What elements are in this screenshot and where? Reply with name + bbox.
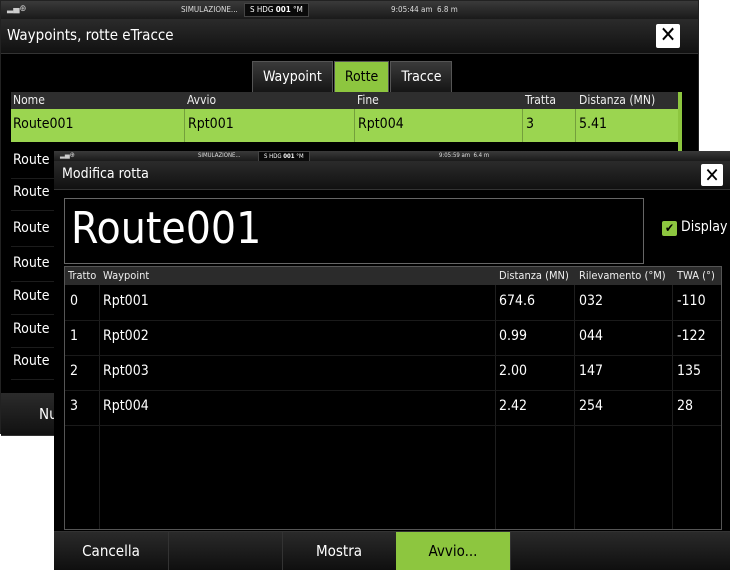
cell-avvio: Rpt001 <box>188 116 234 132</box>
leg-row[interactable]: 0 Rpt001 674.6 032 -110 <box>65 285 721 321</box>
delete-button[interactable]: Cancella <box>54 532 169 570</box>
col-tratta: Tratta <box>525 93 556 107</box>
status-bar: ▂▄⊕ SIMULAZIONE... S HDG 001 °M 9:05:44 … <box>1 1 698 19</box>
leg-row[interactable]: 2 Rpt003 2.00 147 135 <box>65 355 721 391</box>
display-label: Display <box>681 219 728 235</box>
dialog-title: Modifica rotta <box>62 166 149 182</box>
col-rilevamento: Rilevamento (°M) <box>579 269 666 282</box>
signal-icon: ▂▄⊕ <box>60 151 75 159</box>
col-avvio: Avvio <box>187 93 217 107</box>
tab-waypoint[interactable]: Waypoint <box>252 61 333 93</box>
tab-bar: Waypoint Rotte Tracce <box>252 61 453 93</box>
col-distanza: Distanza (MN) <box>499 269 569 282</box>
route-legs-table: Tratto Waypoint Distanza (MN) Rilevament… <box>64 266 722 530</box>
edit-route-dialog: ▂▄⊕ SIMULAZIONE... S HDG 001 °M 9:05:59 … <box>54 151 730 570</box>
cell-nome: Route001 <box>13 116 74 132</box>
clock: 9:05:59 am 6.4 m <box>439 152 490 159</box>
empty-button[interactable] <box>510 532 730 570</box>
simulation-label: SIMULAZIONE... <box>181 5 238 14</box>
route-row-selected[interactable]: Route001 Rpt001 Rpt004 3 5.41 <box>11 109 679 142</box>
col-distanza: Distanza (MN) <box>579 93 656 107</box>
col-nome: Nome <box>13 93 45 107</box>
cell-tratta: 3 <box>526 116 535 132</box>
tab-tracce[interactable]: Tracce <box>390 61 453 93</box>
dialog-title: Waypoints, rotte eTracce <box>7 26 174 44</box>
leg-row[interactable]: 3 Rpt004 2.42 254 28 <box>65 390 721 426</box>
cell-fine: Rpt004 <box>358 116 404 132</box>
action-bar: Cancella Mostra Avvio... <box>54 531 730 570</box>
tab-rotte[interactable]: Rotte <box>333 61 390 93</box>
route-name: Route001 <box>71 203 262 254</box>
routes-table-header: Nome Avvio Fine Tratta Distanza (MN) <box>11 92 679 109</box>
signal-icon: ▂▄⊕ <box>7 4 27 14</box>
heading-readout: S HDG 001 °M <box>244 3 309 17</box>
cell-distanza: 5.41 <box>579 116 608 132</box>
col-twa: TWA (°) <box>677 269 715 282</box>
display-checkbox[interactable]: ✔ <box>662 221 677 236</box>
status-bar: ▂▄⊕ SIMULAZIONE... S HDG 001 °M 9:05:59 … <box>54 151 730 162</box>
col-waypoint: Waypoint <box>103 269 150 282</box>
route-name-field[interactable]: Route001 <box>64 198 644 264</box>
leg-row[interactable]: 1 Rpt002 0.99 044 -122 <box>65 320 721 356</box>
col-fine: Fine <box>357 93 379 107</box>
title-bar: Waypoints, rotte eTracce ✕ <box>1 19 698 54</box>
start-button[interactable]: Avvio... <box>396 532 511 570</box>
table-header: Tratto Waypoint Distanza (MN) Rilevament… <box>65 267 721 285</box>
col-tratto: Tratto <box>68 269 97 282</box>
close-button[interactable]: ✕ <box>656 24 680 48</box>
empty-button[interactable] <box>168 532 283 570</box>
title-bar: Modifica rotta ✕ <box>54 161 730 190</box>
simulation-label: SIMULAZIONE... <box>198 152 241 159</box>
show-button[interactable]: Mostra <box>282 532 397 570</box>
clock: 9:05:44 am 6.8 m <box>391 5 458 14</box>
close-button[interactable]: ✕ <box>701 164 723 186</box>
